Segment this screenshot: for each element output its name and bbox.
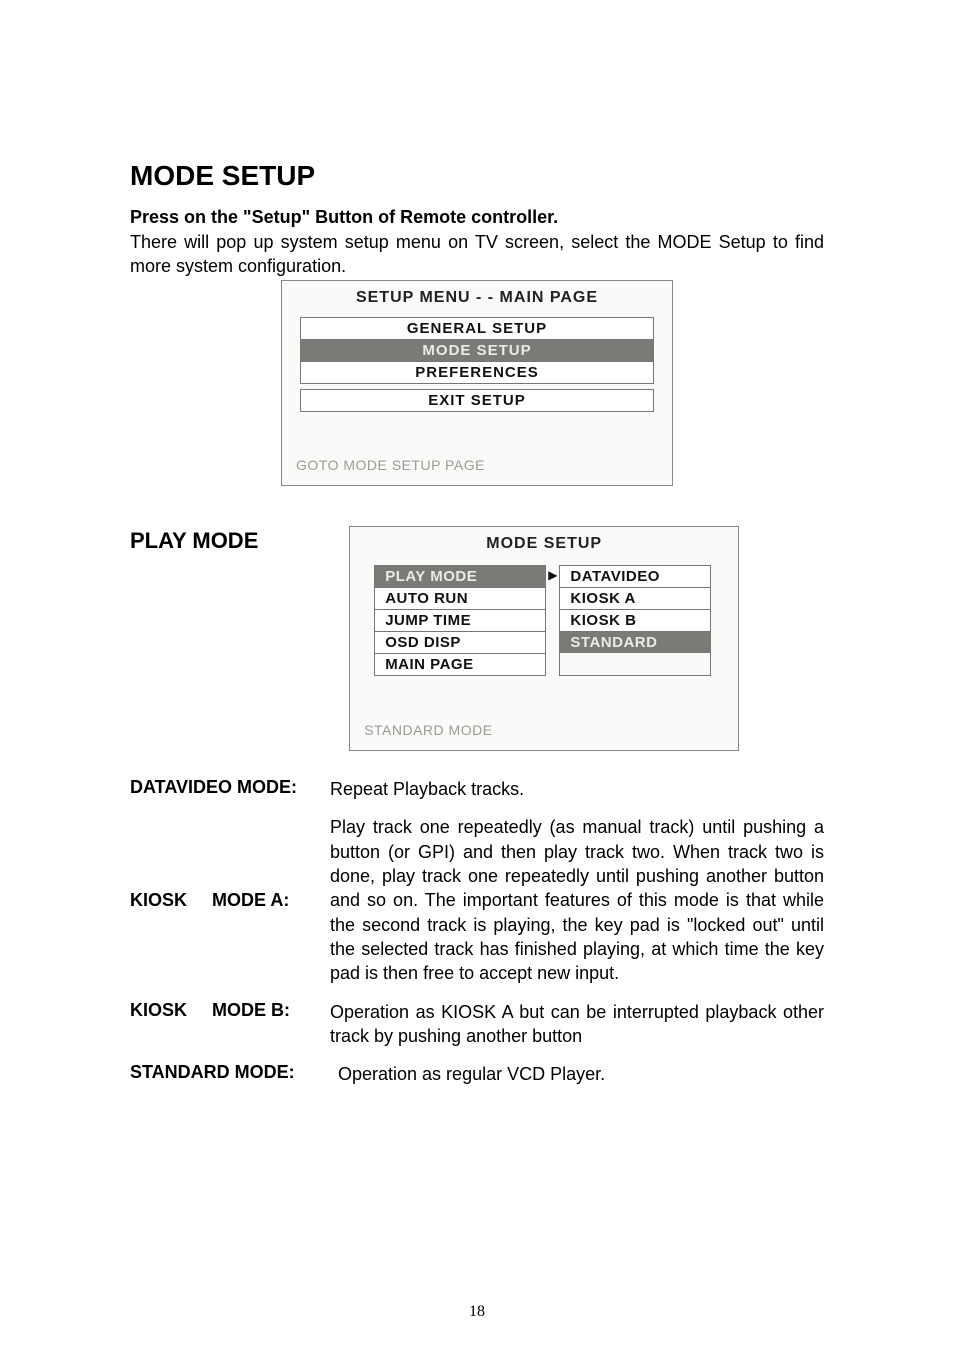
setup-menu-screenshot: SETUP MENU - - MAIN PAGE GENERAL SETUP M…	[281, 280, 673, 486]
right-item-datavideo: DATAVIDEO	[560, 566, 710, 588]
setup-menu-hint: GOTO MODE SETUP PAGE	[282, 411, 672, 477]
mode-setup-right-col: DATAVIDEO KIOSK A KIOSK B STANDARD	[559, 565, 711, 676]
def-datavideo: DATAVIDEO MODE: Repeat Playback tracks.	[130, 777, 824, 801]
intro-bold: Press on the "Setup" Button of Remote co…	[130, 206, 824, 229]
setup-menu-title: SETUP MENU - - MAIN PAGE	[282, 287, 672, 313]
page-title: MODE SETUP	[130, 160, 824, 192]
mode-setup-hint: STANDARD MODE	[350, 676, 738, 742]
left-item-play-mode: PLAY MODE	[375, 566, 545, 588]
def-standard: STANDARD MODE: Operation as regular VCD …	[130, 1062, 824, 1086]
def-kiosk-a: KIOSK MODE A: Play track one repeatedly …	[130, 815, 824, 985]
right-item-kiosk-b: KIOSK B	[560, 610, 710, 632]
mode-setup-left-col: PLAY MODE AUTO RUN JUMP TIME OSD DISP MA…	[374, 565, 546, 676]
def-datavideo-desc: Repeat Playback tracks.	[330, 777, 824, 801]
left-item-auto-run: AUTO RUN	[375, 588, 545, 610]
mode-setup-screenshot: MODE SETUP PLAY MODE AUTO RUN JUMP TIME …	[349, 526, 739, 751]
menu-item-general-setup: GENERAL SETUP	[300, 317, 654, 340]
def-kiosk-a-desc: Play track one repeatedly (as manual tra…	[330, 815, 824, 985]
mode-setup-title: MODE SETUP	[350, 533, 738, 559]
right-item-standard: STANDARD	[560, 632, 710, 653]
menu-item-exit-setup: EXIT SETUP	[300, 389, 654, 412]
right-item-kiosk-a: KIOSK A	[560, 588, 710, 610]
def-kiosk-b-term: KIOSK MODE B:	[130, 1000, 330, 1021]
def-kiosk-b: KIOSK MODE B: Operation as KIOSK A but c…	[130, 1000, 824, 1049]
def-kiosk-a-term: KIOSK MODE A:	[130, 890, 330, 911]
left-item-main-page: MAIN PAGE	[375, 654, 545, 675]
left-item-jump-time: JUMP TIME	[375, 610, 545, 632]
def-standard-desc: Operation as regular VCD Player.	[330, 1062, 824, 1086]
play-mode-heading: PLAY MODE	[130, 526, 264, 554]
def-datavideo-term: DATAVIDEO MODE:	[130, 777, 330, 798]
menu-item-mode-setup: MODE SETUP	[300, 339, 654, 362]
intro-text: There will pop up system setup menu on T…	[130, 231, 824, 278]
def-standard-term: STANDARD MODE:	[130, 1062, 330, 1083]
mode-definitions: DATAVIDEO MODE: Repeat Playback tracks. …	[130, 777, 824, 1086]
def-kiosk-b-desc: Operation as KIOSK A but can be interrup…	[330, 1000, 824, 1049]
submenu-arrow-icon: ▶	[546, 565, 559, 582]
menu-item-preferences: PREFERENCES	[300, 361, 654, 384]
left-item-osd-disp: OSD DISP	[375, 632, 545, 654]
page-number: 18	[0, 1303, 954, 1321]
